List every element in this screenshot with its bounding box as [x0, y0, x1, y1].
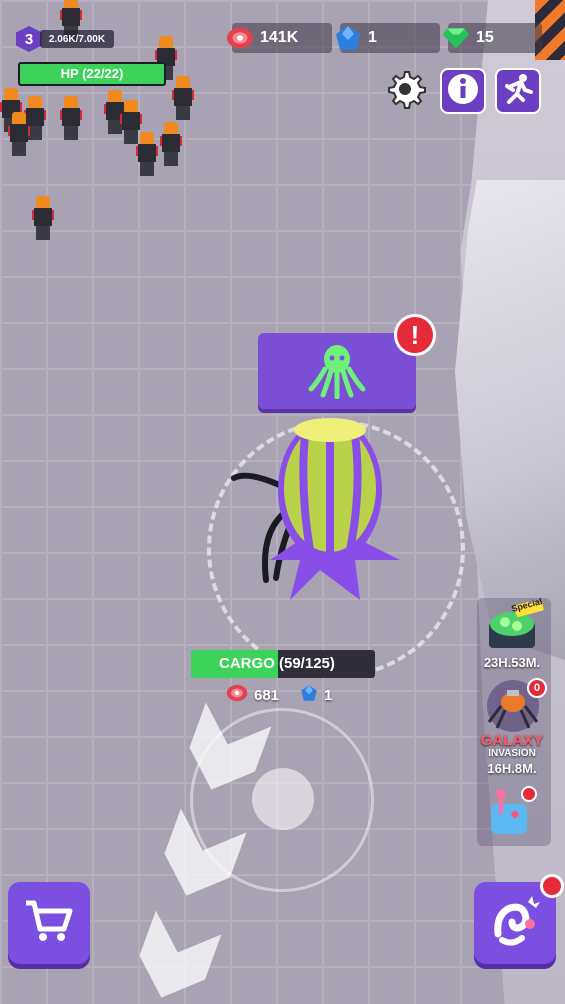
galaxy-invasion-button[interactable]: 0	[483, 678, 547, 734]
joystick-knob[interactable]	[252, 768, 314, 830]
galaxy-subtitle: INVASION	[488, 748, 536, 759]
running-person-icon	[501, 72, 535, 111]
special-offer-button[interactable]: Special	[483, 596, 545, 652]
meat-icon	[226, 684, 248, 706]
xp-counter: 2.06K/7.00K	[40, 30, 114, 48]
enemy-person	[136, 132, 158, 176]
hp-bar: HP (22/22)	[18, 62, 166, 86]
meat-icon	[226, 24, 254, 52]
cargo-crystal-value: 1	[324, 686, 333, 704]
emergency-button[interactable]	[495, 68, 541, 114]
green-gem-icon	[442, 24, 470, 52]
galaxy-title: GALAXY	[480, 732, 544, 749]
galaxy-timer: 16H.8M.	[487, 761, 537, 776]
alert-badge: !	[394, 314, 436, 356]
cargo-meat: 681	[226, 684, 279, 706]
path-arrow	[128, 910, 221, 1004]
enemy-person	[172, 76, 194, 120]
cart-icon	[24, 899, 74, 948]
mailbox-icon	[491, 786, 537, 834]
cargo-bar: CARGO (59/125)	[191, 650, 375, 678]
gear-icon	[384, 68, 426, 115]
crystal-value: 1	[368, 29, 377, 46]
cargo-meat-value: 681	[254, 686, 280, 704]
notification-dot	[540, 874, 564, 898]
blue-crystal-icon	[300, 684, 318, 706]
gem-counter: 15	[442, 23, 542, 53]
info-icon	[446, 72, 480, 111]
monster-evolve-icon	[488, 894, 542, 953]
enemy-person	[8, 112, 30, 156]
shop-button[interactable]	[8, 882, 90, 964]
player-monster	[231, 418, 400, 600]
special-timer: 23H.53M.	[483, 655, 541, 670]
info-button[interactable]	[440, 68, 486, 114]
enemy-person	[160, 122, 182, 166]
cargo-label: CARGO (59/125)	[219, 655, 335, 672]
monster-speech-bubble[interactable]	[258, 333, 416, 409]
enemy-person	[60, 96, 82, 140]
meat-counter: 141K	[226, 23, 332, 53]
hp-label: HP (22/22)	[60, 66, 124, 81]
level-badge: 3	[16, 26, 42, 52]
blue-crystal-icon	[334, 24, 362, 52]
galaxy-badge: 0	[527, 678, 547, 698]
mailbox-button[interactable]	[485, 786, 539, 838]
meat-value: 141K	[260, 29, 299, 46]
settings-button[interactable]	[382, 68, 428, 114]
enemy-person	[32, 196, 54, 240]
rock-cliff	[455, 180, 565, 660]
gem-value: 15	[476, 29, 494, 46]
crystal-counter: 1	[336, 23, 440, 53]
cargo-crystal: 1	[300, 684, 332, 706]
tentacle-monster-icon	[307, 339, 367, 404]
